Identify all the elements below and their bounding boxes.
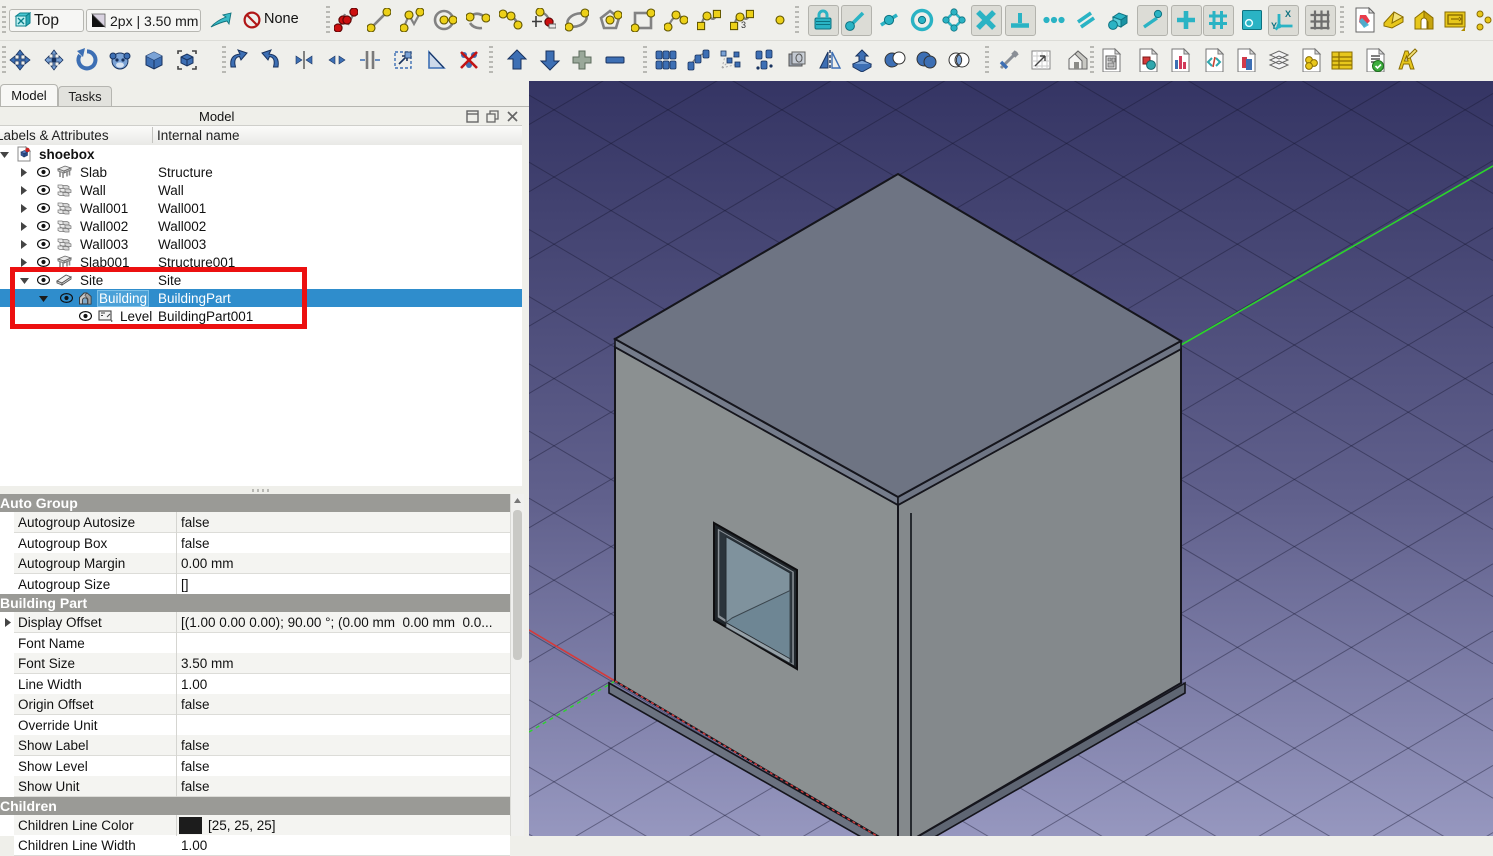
svg-text:Y: Y <box>1271 21 1277 31</box>
svg-text:X: X <box>1285 9 1291 19</box>
svg-text:3: 3 <box>741 20 746 30</box>
